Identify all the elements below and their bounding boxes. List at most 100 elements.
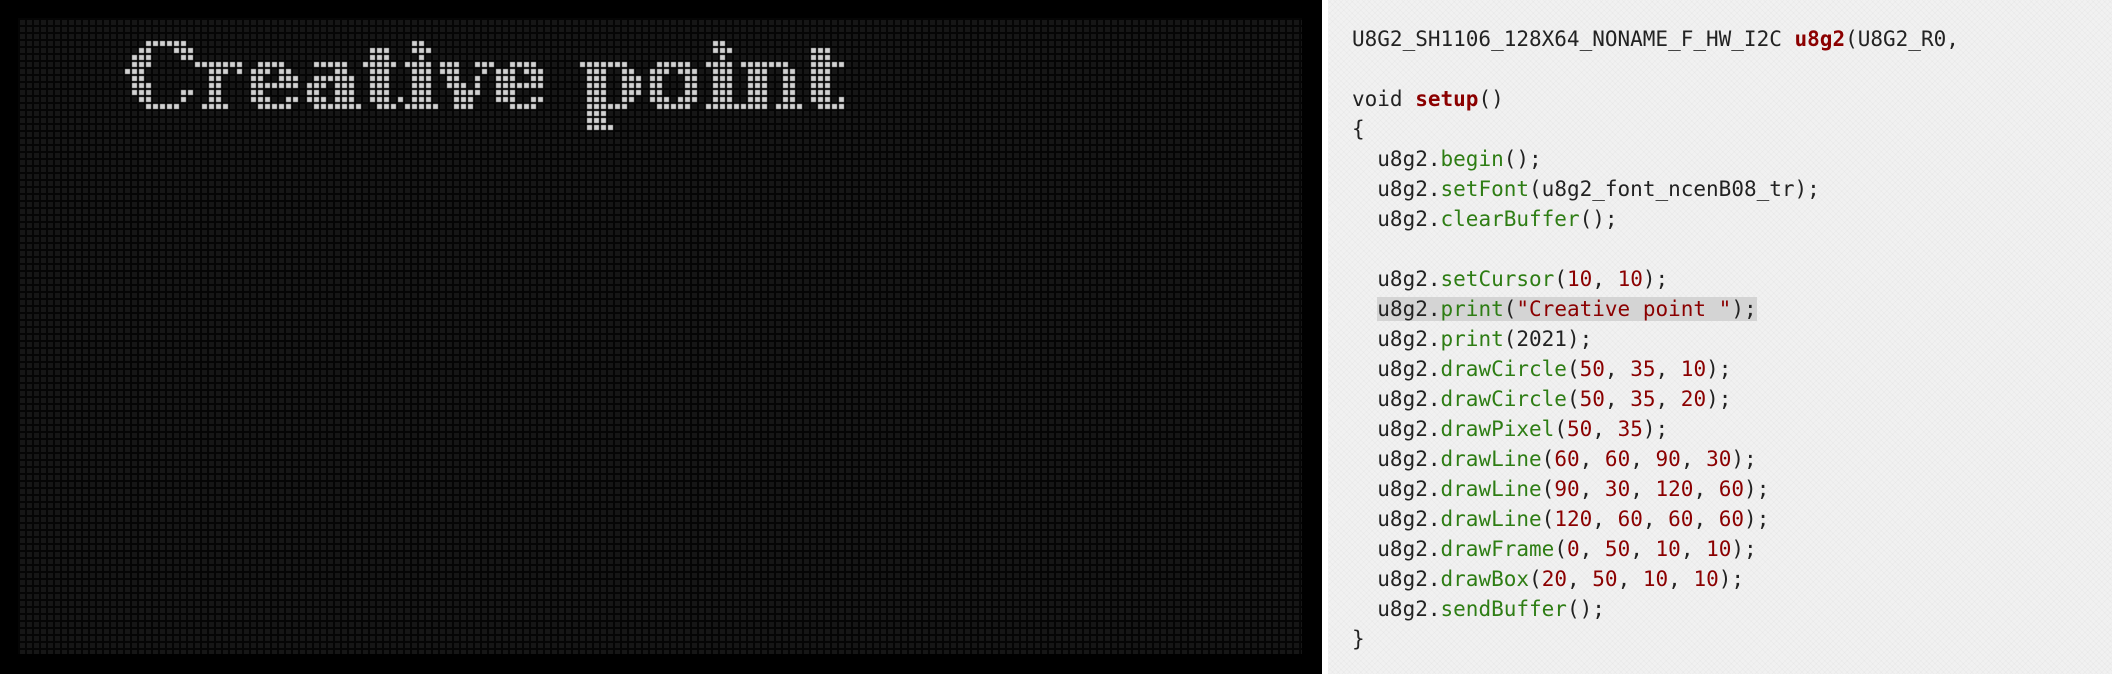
code-token-num: 120 bbox=[1554, 507, 1593, 531]
code-line: u8g2.setFont(u8g2_font_ncenB08_tr); bbox=[1352, 174, 1959, 204]
code-token-punct: (); bbox=[1566, 597, 1605, 621]
code-token-punct: , bbox=[1655, 357, 1681, 381]
code-line: u8g2.drawLine(60, 60, 90, 30); bbox=[1352, 444, 1959, 474]
code-token-obj: u8g2. bbox=[1352, 177, 1441, 201]
code-token-defname: u8g2 bbox=[1794, 27, 1846, 51]
code-token-num: 10 bbox=[1693, 567, 1719, 591]
code-line: u8g2.drawFrame(0, 50, 10, 10); bbox=[1352, 534, 1959, 564]
code-token-obj: u8g2. bbox=[1352, 537, 1441, 561]
code-token-obj: u8g2. bbox=[1352, 357, 1441, 381]
code-token-punct: ( bbox=[1529, 567, 1542, 591]
code-token-defname: setup bbox=[1415, 87, 1479, 111]
code-token-punct: ( bbox=[1541, 507, 1555, 531]
code-token-punct: , bbox=[1630, 477, 1656, 501]
oled-pixel-grid bbox=[18, 18, 1302, 654]
code-token-num: 50 bbox=[1566, 417, 1593, 441]
code-line: void setup() bbox=[1352, 84, 1959, 114]
code-token-obj: u8g2. bbox=[1352, 567, 1441, 591]
code-token-method: drawFrame bbox=[1440, 537, 1555, 561]
code-token-num: 30 bbox=[1604, 477, 1631, 501]
code-block: U8G2_SH1106_128X64_NONAME_F_HW_I2C u8g2(… bbox=[1352, 24, 1959, 654]
code-token-punct: , bbox=[1604, 387, 1631, 411]
code-token-punct: , bbox=[1680, 447, 1707, 471]
code-token-punct: , bbox=[1579, 447, 1605, 471]
code-token-punct: (u8g2_font_ncenB08_tr); bbox=[1529, 177, 1820, 201]
code-token-keyword: void bbox=[1352, 87, 1416, 111]
code-token-punct: , bbox=[1680, 537, 1707, 561]
code-token-punct: , bbox=[1642, 507, 1669, 531]
code-token-punct: ( bbox=[1541, 447, 1555, 471]
code-token-num: 30 bbox=[1706, 447, 1732, 471]
code-token-method: setCursor bbox=[1440, 267, 1555, 291]
code-token-num: 50 bbox=[1604, 537, 1631, 561]
code-token-method: sendBuffer bbox=[1440, 597, 1567, 621]
code-token-method: setFont bbox=[1440, 177, 1530, 201]
code-token-punct: , bbox=[1566, 567, 1593, 591]
code-token-punct: () bbox=[1478, 87, 1504, 111]
code-token-num: 50 bbox=[1579, 357, 1605, 381]
code-token-obj: u8g2. bbox=[1352, 447, 1441, 471]
code-token-punct: { bbox=[1352, 117, 1365, 141]
code-token-punct: , bbox=[1655, 387, 1681, 411]
code-token-punct: ); bbox=[1718, 567, 1745, 591]
code-token-punct: (2021); bbox=[1503, 327, 1593, 351]
code-token-punct: (); bbox=[1503, 147, 1542, 171]
code-token-method: drawCircle bbox=[1440, 357, 1567, 381]
code-token-num: 120 bbox=[1655, 477, 1694, 501]
code-token-punct: , bbox=[1693, 477, 1719, 501]
code-token-punct: ); bbox=[1731, 297, 1757, 321]
code-token-punct: ( bbox=[1554, 267, 1567, 291]
code-token-punct: ( bbox=[1503, 297, 1517, 321]
code-token-obj: u8g2. bbox=[1352, 207, 1441, 231]
code-line: u8g2.print("Creative point "); bbox=[1352, 294, 1959, 324]
code-token-obj: u8g2. bbox=[1352, 507, 1441, 531]
code-token-num: 10 bbox=[1706, 537, 1732, 561]
code-token-punct: , bbox=[1668, 567, 1694, 591]
code-token-punct: ); bbox=[1642, 417, 1669, 441]
code-token-num: 60 bbox=[1718, 507, 1745, 531]
code-token-punct: , bbox=[1592, 267, 1618, 291]
code-token-punct: (); bbox=[1579, 207, 1618, 231]
code-line: u8g2.clearBuffer(); bbox=[1352, 204, 1959, 234]
code-token-method: drawBox bbox=[1440, 567, 1530, 591]
code-token-punct: ( bbox=[1566, 387, 1580, 411]
code-editor-panel[interactable]: U8G2_SH1106_128X64_NONAME_F_HW_I2C u8g2(… bbox=[1328, 0, 2112, 674]
code-line: u8g2.drawBox(20, 50, 10, 10); bbox=[1352, 564, 1959, 594]
code-line: u8g2.drawCircle(50, 35, 10); bbox=[1352, 354, 1959, 384]
code-token-obj: u8g2. bbox=[1352, 147, 1441, 171]
code-token-method: drawCircle bbox=[1440, 387, 1567, 411]
code-token-punct: , bbox=[1592, 507, 1618, 531]
code-token-num: 35 bbox=[1617, 417, 1643, 441]
highlighted-code: u8g2.print("Creative point "); bbox=[1377, 297, 1757, 321]
code-token-obj: u8g2. bbox=[1352, 477, 1441, 501]
code-token-num: 90 bbox=[1655, 447, 1681, 471]
oled-display-panel bbox=[0, 0, 1322, 674]
code-token-punct: ( bbox=[1554, 537, 1567, 561]
code-token-num: 35 bbox=[1630, 387, 1656, 411]
code-token-method: print bbox=[1440, 297, 1504, 321]
code-line: u8g2.drawLine(90, 30, 120, 60); bbox=[1352, 474, 1959, 504]
code-token-punct: ); bbox=[1731, 447, 1757, 471]
code-token-num: 20 bbox=[1680, 387, 1707, 411]
code-token-punct: ); bbox=[1706, 357, 1732, 381]
code-line: u8g2.drawCircle(50, 35, 20); bbox=[1352, 384, 1959, 414]
code-token-punct: , bbox=[1579, 477, 1605, 501]
code-token-punct: , bbox=[1630, 447, 1656, 471]
code-token-obj: u8g2. bbox=[1352, 267, 1441, 291]
code-line: u8g2.sendBuffer(); bbox=[1352, 594, 1959, 624]
code-token-punct: , bbox=[1617, 567, 1643, 591]
code-token-punct: , bbox=[1693, 507, 1719, 531]
code-token-num: 50 bbox=[1579, 387, 1605, 411]
code-token-punct: (U8G2_R0, bbox=[1845, 27, 1959, 51]
code-token-num: 60 bbox=[1604, 447, 1631, 471]
code-token-num: 60 bbox=[1617, 507, 1643, 531]
code-token-obj: u8g2. bbox=[1377, 297, 1441, 321]
code-token-num: 60 bbox=[1554, 447, 1580, 471]
code-token-num: 60 bbox=[1668, 507, 1694, 531]
code-token-punct: ); bbox=[1706, 387, 1732, 411]
code-token-obj: u8g2. bbox=[1352, 327, 1441, 351]
code-token-num: 10 bbox=[1566, 267, 1593, 291]
code-token-punct: ( bbox=[1554, 417, 1567, 441]
